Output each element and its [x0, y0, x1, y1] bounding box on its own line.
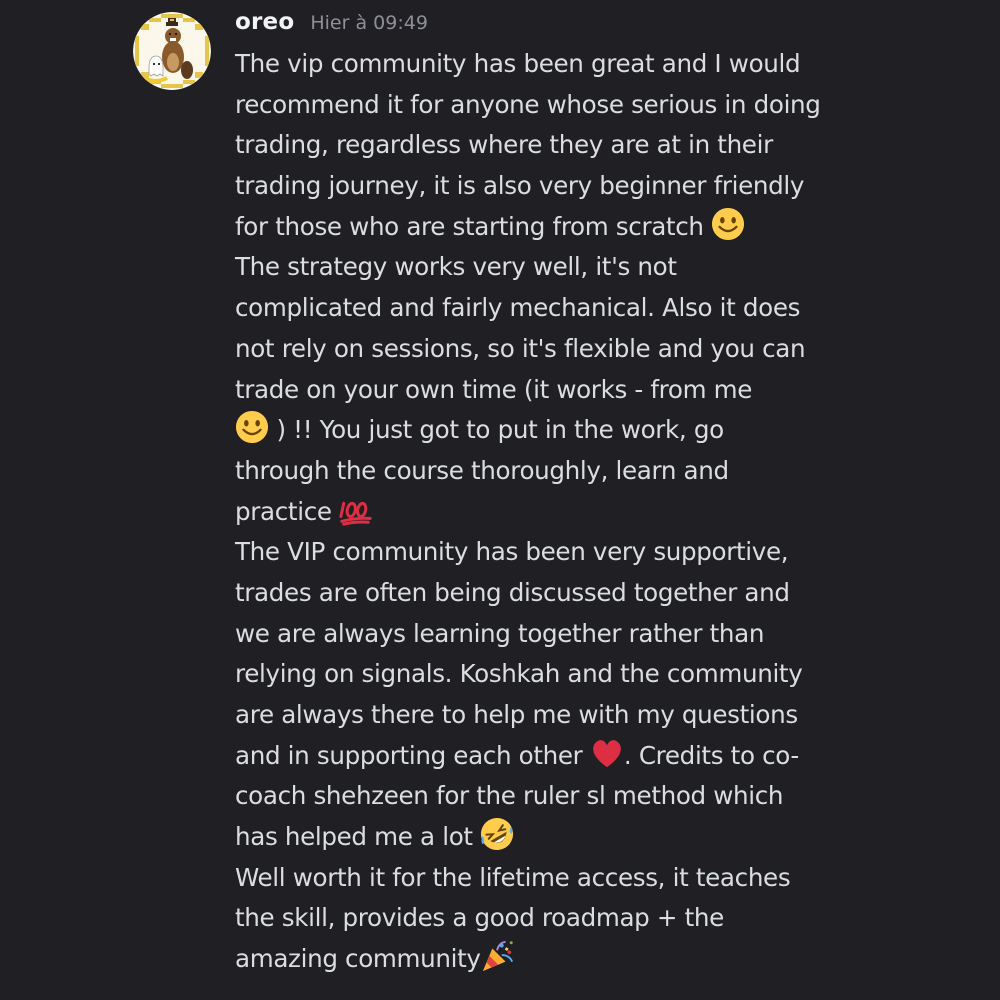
party-popper-emoji-icon [481, 939, 515, 973]
message-line: the skill, provides a good roadmap + the [235, 898, 885, 939]
message-line: coach shehzeen for the ruler sl method w… [235, 776, 885, 817]
message-line: The strategy works very well, it's not [235, 247, 885, 288]
message-text: complicated and fairly mechanical. Also … [235, 293, 801, 323]
message-text: through the course thoroughly, learn and [235, 455, 729, 485]
message-text: not rely on sessions, so it's flexible a… [235, 333, 806, 363]
message-line: trades are often being discussed togethe… [235, 573, 885, 614]
message-text: has helped me a lot [235, 822, 481, 852]
username[interactable]: oreo [235, 9, 294, 35]
message-line: we are always learning together rather t… [235, 614, 885, 655]
message-text: The VIP community has been very supporti… [235, 537, 789, 567]
message-line: through the course thoroughly, learn and [235, 451, 885, 492]
red-heart-emoji-icon [590, 736, 624, 770]
message-text: and in supporting each other [235, 740, 590, 770]
message-text: relying on signals. Koshkah and the comm… [235, 659, 803, 689]
message-text: practice [235, 496, 340, 526]
message-line: not rely on sessions, so it's flexible a… [235, 329, 885, 370]
slight-smile-emoji-icon [235, 410, 269, 444]
message-text: coach shehzeen for the ruler sl method w… [235, 781, 784, 811]
message-text: amazing community [235, 944, 481, 974]
pixel-beaver-avatar-icon [133, 12, 211, 90]
message-text: Well worth it for the lifetime access, i… [235, 862, 791, 892]
message-text: we are always learning together rather t… [235, 618, 765, 648]
message-line: has helped me a lot [235, 817, 885, 858]
hundred-points-emoji-icon [339, 492, 373, 526]
user-avatar[interactable] [133, 12, 211, 90]
message-line: trade on your own time (it works - from … [235, 370, 885, 411]
message-line: and in supporting each other . Credits t… [235, 736, 885, 777]
message-text: recommend it for anyone whose serious in… [235, 89, 821, 119]
timestamp: Hier à 09:49 [310, 12, 428, 34]
message-text: trade on your own time (it works - from … [235, 374, 753, 404]
message-text: The vip community has been great and I w… [235, 49, 801, 78]
message-line: amazing community [235, 939, 885, 980]
message-text: trading journey, it is also very beginne… [235, 171, 805, 201]
message-line: Well worth it for the lifetime access, i… [235, 858, 885, 899]
chat-message: oreo Hier à 09:49 The vip community has … [0, 0, 1000, 1000]
message-line: recommend it for anyone whose serious in… [235, 85, 885, 126]
message-line: trading journey, it is also very beginne… [235, 166, 885, 207]
message-text: the skill, provides a good roadmap + the [235, 903, 724, 933]
message-content: The vip community has been great and I w… [235, 44, 885, 980]
message-text: The strategy works very well, it's not [235, 252, 677, 282]
message-text: trading, regardless where they are at in… [235, 130, 773, 160]
message-header: oreo Hier à 09:49 [235, 9, 428, 41]
message-line: The vip community has been great and I w… [235, 44, 885, 85]
message-text: . Credits to co- [623, 740, 799, 770]
message-line: trading, regardless where they are at in… [235, 125, 885, 166]
message-line: for those who are starting from scratch [235, 207, 885, 248]
message-line: relying on signals. Koshkah and the comm… [235, 654, 885, 695]
message-line: The VIP community has been very supporti… [235, 532, 885, 573]
message-text: ) !! You just got to put in the work, go [269, 415, 724, 445]
message-text: for those who are starting from scratch [235, 211, 712, 241]
message-line: are always there to help me with my ques… [235, 695, 885, 736]
message-line: ) !! You just got to put in the work, go [235, 410, 885, 451]
message-text: trades are often being discussed togethe… [235, 577, 790, 607]
message-line: practice [235, 492, 885, 533]
message-line: complicated and fairly mechanical. Also … [235, 288, 885, 329]
message-text: are always there to help me with my ques… [235, 700, 798, 729]
rolling-on-floor-laughing-emoji-icon [480, 817, 514, 851]
slight-smile-emoji-icon [711, 207, 745, 241]
